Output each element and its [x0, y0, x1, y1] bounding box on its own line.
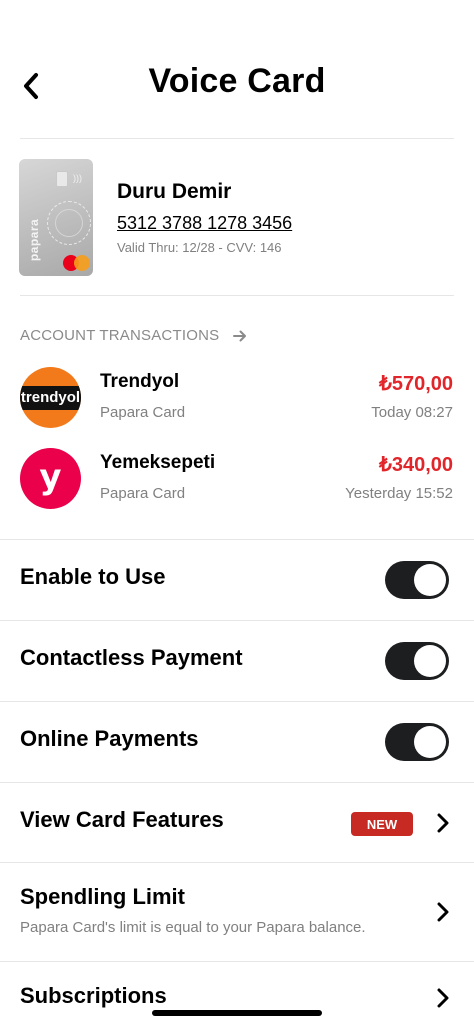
chevron-right-icon	[436, 987, 450, 1009]
transaction-row[interactable]: trendyol Trendyol Papara Card ₺570,00 To…	[0, 367, 474, 439]
transaction-row[interactable]: y Yemeksepeti Papara Card ₺340,00 Yester…	[0, 448, 474, 520]
card-image[interactable]: ))) papara	[19, 159, 93, 276]
transaction-amount: ₺340,00	[379, 454, 453, 476]
arrow-right-icon	[233, 330, 247, 341]
merchant-name: Yemeksepeti	[100, 452, 216, 473]
chevron-right-icon	[436, 812, 450, 834]
card-summary: ))) papara Duru Demir 5312 3788 1278 345…	[0, 140, 474, 296]
card-validity-cvv: Valid Thru: 12/28 - CVV: 146	[117, 240, 282, 255]
card-brand-text: papara	[27, 218, 42, 262]
setting-label: Contactless Payment	[20, 645, 243, 670]
setting-label: View Card Features	[20, 807, 224, 832]
setting-label: Online Payments	[20, 726, 199, 751]
payment-source: Papara Card	[100, 404, 186, 421]
divider	[20, 138, 454, 139]
account-transactions-link[interactable]: ACCOUNT TRANSACTIONS	[20, 327, 247, 344]
spending-limit-row[interactable]: Spendling Limit Papara Card's limit is e…	[0, 863, 474, 961]
setting-label: Enable to Use	[20, 564, 166, 589]
page-title: Voice Card	[148, 62, 326, 100]
online-payments-toggle[interactable]	[385, 723, 449, 761]
mastercard-icon	[63, 255, 91, 271]
setting-label: Subscriptions	[20, 983, 167, 1008]
subscriptions-row[interactable]: Subscriptions	[0, 962, 474, 1026]
transaction-time: Yesterday 15:52	[345, 485, 453, 502]
cardholder-name: Duru Demir	[117, 180, 232, 203]
yemeksepeti-logo-icon: y	[20, 448, 81, 509]
setting-enable-to-use: Enable to Use	[0, 540, 474, 620]
new-badge: NEW	[351, 812, 413, 836]
setting-label: Spendling Limit	[20, 884, 185, 909]
setting-contactless-payment: Contactless Payment	[0, 621, 474, 701]
setting-online-payments: Online Payments	[0, 702, 474, 782]
chip-icon	[56, 171, 68, 187]
transaction-amount: ₺570,00	[379, 373, 453, 395]
contactless-payment-toggle[interactable]	[385, 642, 449, 680]
setting-description: Papara Card's limit is equal to your Pap…	[20, 919, 366, 936]
contactless-icon: )))	[73, 173, 82, 183]
chevron-right-icon	[436, 901, 450, 923]
transaction-time: Today 08:27	[371, 404, 453, 421]
section-title: ACCOUNT TRANSACTIONS	[20, 327, 220, 344]
card-pattern-inner	[55, 209, 83, 237]
home-indicator	[152, 1010, 322, 1016]
trendyol-logo-icon: trendyol	[20, 367, 81, 428]
divider	[20, 295, 454, 296]
payment-source: Papara Card	[100, 485, 186, 502]
header: Voice Card	[0, 0, 474, 140]
card-number[interactable]: 5312 3788 1278 3456	[117, 213, 292, 234]
merchant-name: Trendyol	[100, 371, 180, 392]
view-card-features-row[interactable]: View Card Features NEW	[0, 783, 474, 863]
enable-to-use-toggle[interactable]	[385, 561, 449, 599]
